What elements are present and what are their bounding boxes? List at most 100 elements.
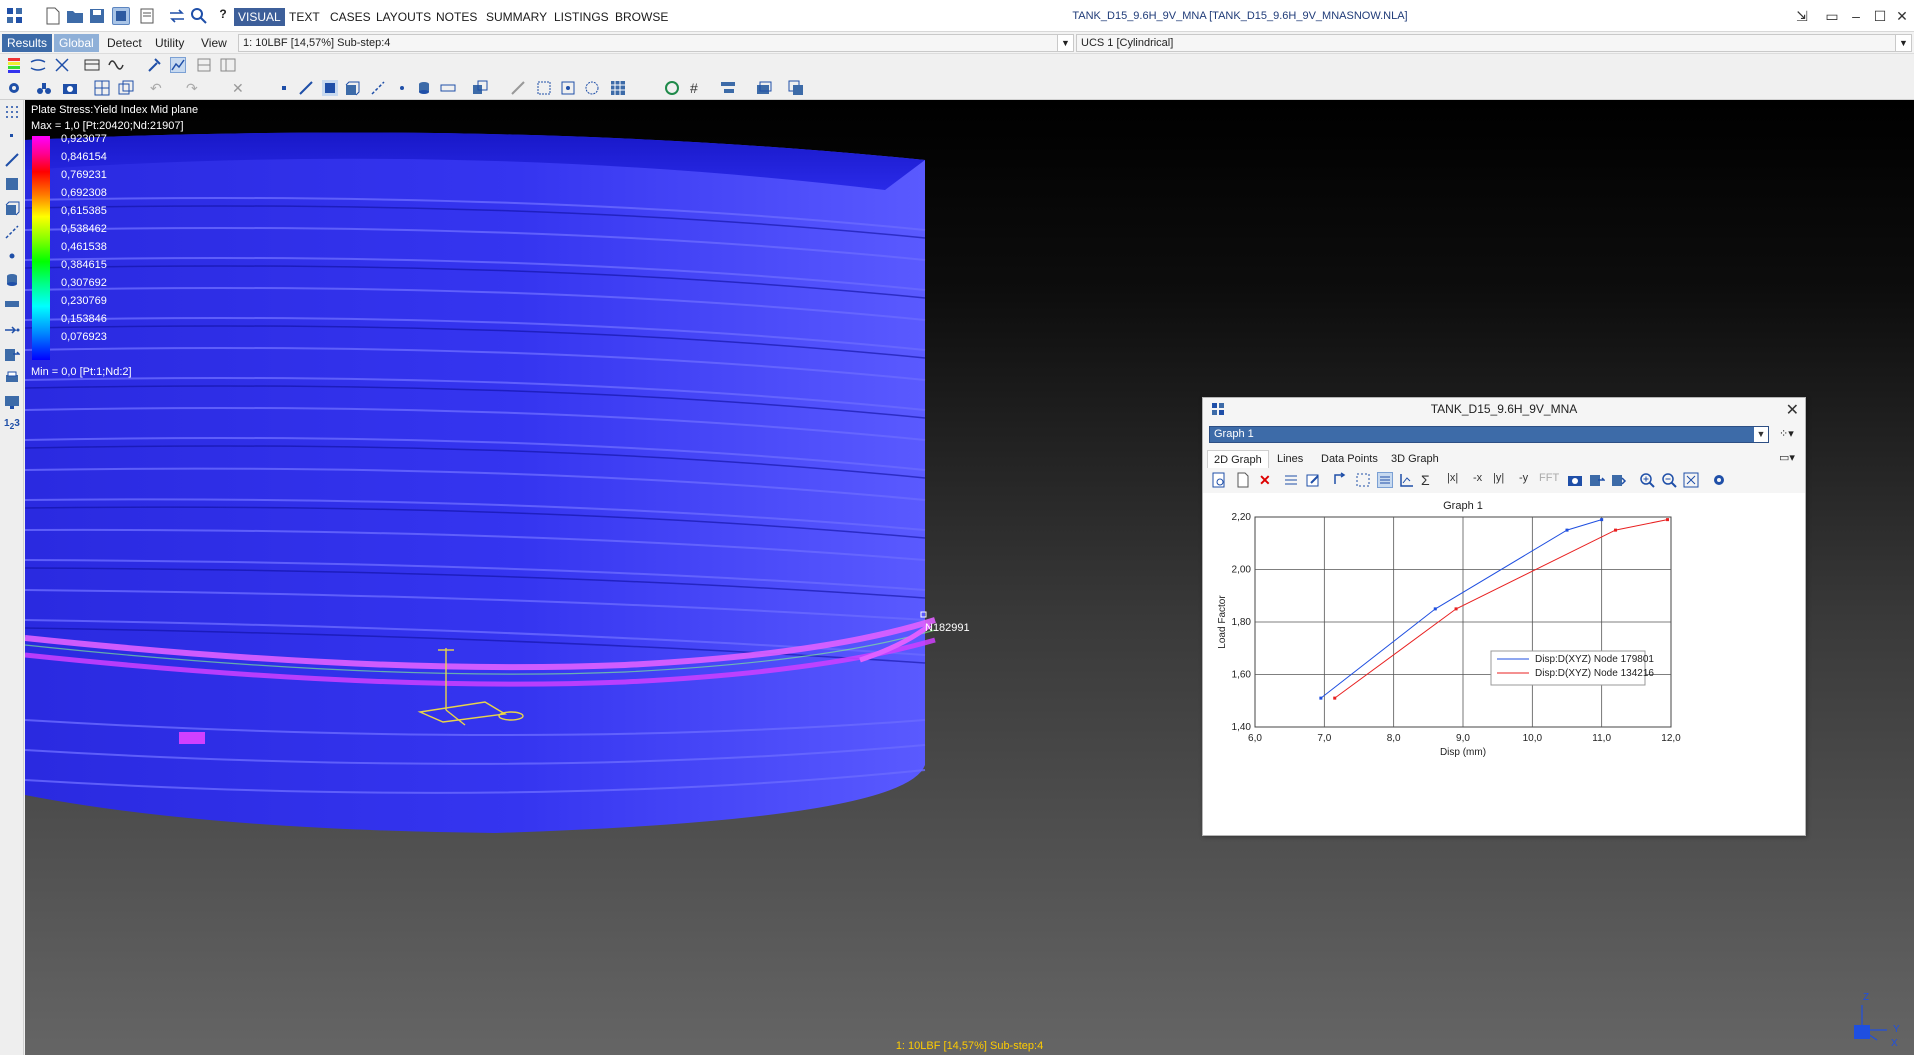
beam-icon[interactable] xyxy=(440,80,456,96)
draw-line-icon[interactable] xyxy=(298,80,314,96)
save-icon[interactable] xyxy=(88,7,106,25)
probe-icon[interactable] xyxy=(146,57,162,73)
camera-icon[interactable] xyxy=(62,80,78,96)
close-button[interactable]: ✕ xyxy=(1890,6,1914,26)
model-view-icon[interactable] xyxy=(112,7,130,25)
graph-window[interactable]: TANK_D15_9.6H_9V_MNA ✕ Graph 1 ▼ ⁘▾ 2D G… xyxy=(1202,397,1806,836)
menu-visual[interactable]: VISUAL xyxy=(234,8,285,26)
print-icon[interactable] xyxy=(4,370,20,386)
abs-x-button[interactable]: |x| xyxy=(1447,472,1469,488)
menu-browse[interactable]: BROWSE xyxy=(611,8,672,26)
align-icon[interactable] xyxy=(720,80,736,96)
monitor-icon[interactable] xyxy=(4,394,20,410)
copy-view-icon[interactable] xyxy=(118,80,134,96)
app-menu-icon[interactable] xyxy=(6,7,24,25)
section-icon[interactable] xyxy=(196,57,212,73)
zoom-fit-icon[interactable] xyxy=(1683,472,1699,488)
negate-y-button[interactable]: -y xyxy=(1519,472,1537,488)
point-icon[interactable] xyxy=(4,128,20,144)
menu-layouts[interactable]: LAYOUTS xyxy=(372,8,435,26)
panel-layout-icon[interactable]: ▭▾ xyxy=(1779,451,1795,464)
graph-plot-area[interactable]: 6,0 7,0 8,0 9,0 10,0 11,0 12,0 1,40 1,60 1,80 2,00… xyxy=(1203,493,1805,835)
menu-listings[interactable]: LISTINGS xyxy=(550,8,613,26)
beam-element-icon[interactable] xyxy=(4,152,20,168)
select-region-icon[interactable] xyxy=(584,80,600,96)
select-box-icon[interactable] xyxy=(536,80,552,96)
link-icon[interactable] xyxy=(370,80,386,96)
report-icon[interactable] xyxy=(138,7,156,25)
fft-button[interactable]: FFT xyxy=(1539,472,1563,488)
frame-icon[interactable] xyxy=(4,296,20,312)
tab-view[interactable]: View xyxy=(196,34,232,52)
tab-utility[interactable]: Utility xyxy=(150,34,189,52)
sphere-icon[interactable] xyxy=(664,80,680,96)
tab-lines[interactable]: Lines xyxy=(1271,450,1309,468)
hash-icon[interactable]: # xyxy=(690,80,706,96)
grid-view-icon[interactable] xyxy=(94,80,110,96)
vector-plot-icon[interactable] xyxy=(54,57,70,73)
link-element-icon[interactable] xyxy=(4,224,20,240)
transpose-icon[interactable] xyxy=(1333,472,1349,488)
measure-icon[interactable] xyxy=(510,80,526,96)
camera-icon[interactable] xyxy=(1567,472,1583,488)
delete-icon[interactable]: ✕ xyxy=(232,80,248,96)
load-case-select[interactable]: 1: 10LBF [14,57%] Sub-step:4 ▼ xyxy=(238,34,1074,52)
node-icon[interactable] xyxy=(4,248,20,264)
graph-icon[interactable] xyxy=(84,57,100,73)
legend-toggle-icon[interactable] xyxy=(1377,472,1393,488)
delete-graph-icon[interactable]: ✕ xyxy=(1259,472,1275,488)
menu-cases[interactable]: CASES xyxy=(326,8,375,26)
sum-icon[interactable]: Σ xyxy=(1421,472,1437,488)
binoculars-icon[interactable] xyxy=(36,80,52,96)
point-icon[interactable] xyxy=(276,80,292,96)
deformed-shape-icon[interactable] xyxy=(30,57,46,73)
zoom-out-icon[interactable] xyxy=(1661,472,1677,488)
settings-icon[interactable] xyxy=(6,80,22,96)
brick-element-icon[interactable] xyxy=(344,80,360,96)
new-file-icon[interactable] xyxy=(44,7,62,25)
axes-icon[interactable] xyxy=(1399,472,1415,488)
new-graph-icon[interactable] xyxy=(1235,472,1251,488)
zoom-in-icon[interactable] xyxy=(1639,472,1655,488)
numbering-icon[interactable]: 123 xyxy=(4,418,20,434)
ucs-select[interactable]: UCS 1 [Cylindrical] ▼ xyxy=(1076,34,1912,52)
wave-icon[interactable] xyxy=(108,57,124,73)
layout-options-icon[interactable]: ⇲ xyxy=(1790,6,1814,26)
menu-text[interactable]: TEXT xyxy=(285,8,324,26)
gear-icon[interactable] xyxy=(1711,472,1727,488)
window-cascade-icon[interactable] xyxy=(788,80,804,96)
tab-3d-graph[interactable]: 3D Graph xyxy=(1385,450,1445,468)
layers-icon[interactable] xyxy=(756,80,772,96)
help-icon[interactable]: ? xyxy=(214,7,232,25)
tab-global[interactable]: Global xyxy=(54,34,99,52)
close-icon[interactable]: ✕ xyxy=(1786,400,1799,420)
tab-results[interactable]: Results xyxy=(2,34,53,52)
grid-dots-icon[interactable] xyxy=(4,104,20,120)
menu-summary[interactable]: SUMMARY xyxy=(482,8,551,26)
minimize-button[interactable]: – xyxy=(1844,6,1868,26)
save-graph-icon[interactable] xyxy=(1611,472,1627,488)
compare-icon[interactable] xyxy=(168,7,186,25)
export-graph-icon[interactable] xyxy=(1589,472,1606,488)
line-graph-icon[interactable] xyxy=(170,57,186,73)
table-icon[interactable] xyxy=(220,57,236,73)
select-nodes-icon[interactable] xyxy=(560,80,576,96)
plate-element-icon[interactable] xyxy=(322,80,338,96)
redo-icon[interactable]: ↷ xyxy=(186,80,202,96)
line-chart[interactable]: 6,0 7,0 8,0 9,0 10,0 11,0 12,0 1,40 1,60 1,80 2,00… xyxy=(1203,493,1805,835)
preview-icon[interactable] xyxy=(1211,472,1227,488)
graph-select[interactable]: Graph 1 ▼ xyxy=(1209,426,1769,443)
brick-element-icon[interactable] xyxy=(4,200,20,216)
data-grid-icon[interactable] xyxy=(1355,472,1371,488)
mesh-icon[interactable] xyxy=(610,80,626,96)
contour-icon[interactable] xyxy=(6,57,22,73)
open-folder-icon[interactable] xyxy=(66,7,84,25)
add-series-icon[interactable] xyxy=(1283,472,1299,488)
group-icon[interactable] xyxy=(472,80,488,96)
tab-detect[interactable]: Detect xyxy=(102,34,147,52)
tab-data-points[interactable]: Data Points xyxy=(1315,450,1384,468)
abs-y-button[interactable]: |y| xyxy=(1493,472,1515,488)
arrow-node-icon[interactable] xyxy=(4,322,20,338)
restore-panel-icon[interactable]: ▭ xyxy=(1820,6,1844,26)
graph-options-icon[interactable]: ⁘▾ xyxy=(1779,427,1794,440)
